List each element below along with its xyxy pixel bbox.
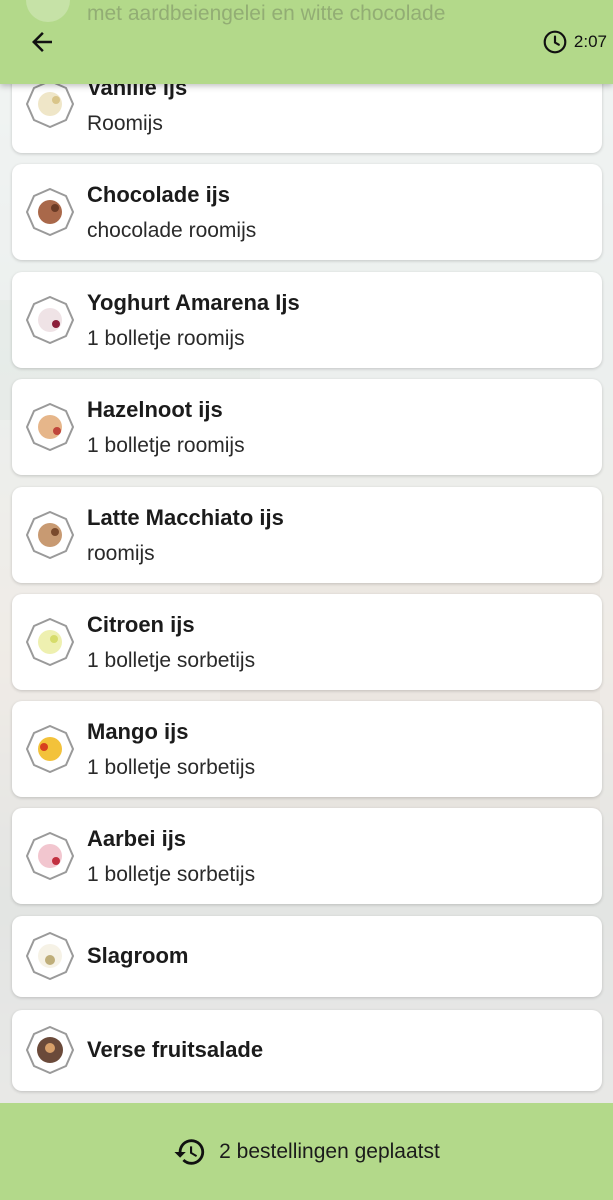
ice-cream-icon — [26, 725, 74, 773]
item-description: chocolade roomijs — [87, 219, 257, 242]
list-item[interactable]: Yoghurt Amarena Ijs 1 bolletje roomijs — [12, 272, 602, 368]
list-item[interactable]: Hazelnoot ijs 1 bolletje roomijs — [12, 379, 602, 475]
list-item[interactable]: Mango ijs 1 bolletje sorbetijs — [12, 701, 602, 797]
item-description: roomijs — [87, 542, 155, 565]
top-app-bar: met aardbeiengelei en witte chocolade 2:… — [0, 0, 613, 84]
whipped-cream-icon — [26, 932, 74, 980]
orders-placed-bar[interactable]: 2 bestellingen geplaatst — [0, 1103, 613, 1200]
ice-cream-icon — [26, 296, 74, 344]
history-icon — [174, 1138, 205, 1165]
ice-cream-icon — [26, 832, 74, 880]
list-item[interactable]: Citroen ijs 1 bolletje sorbetijs — [12, 594, 602, 690]
ice-cream-icon — [26, 511, 74, 559]
list-item[interactable]: Chocolade ijs chocolade roomijs — [12, 164, 602, 260]
orders-placed-label: 2 bestellingen geplaatst — [219, 1139, 440, 1163]
item-description: 1 bolletje sorbetijs — [87, 863, 256, 886]
ice-cream-icon — [26, 403, 74, 451]
timer: 2:07 — [542, 29, 607, 55]
item-description: 1 bolletje sorbetijs — [87, 649, 256, 672]
item-description: 1 bolletje roomijs — [87, 434, 245, 457]
item-description: 1 bolletje sorbetijs — [87, 756, 256, 779]
list-item[interactable]: Latte Macchiato ijs roomijs — [12, 487, 602, 583]
scrolled-item-description: met aardbeiengelei en witte chocolade — [87, 2, 446, 25]
back-button[interactable] — [22, 24, 62, 60]
fruit-salad-icon — [26, 1026, 74, 1074]
list-item[interactable]: Aarbei ijs 1 bolletje sorbetijs — [12, 808, 602, 904]
item-name: Hazelnoot ijs — [87, 397, 223, 422]
item-name: Slagroom — [87, 943, 189, 968]
ice-cream-icon — [26, 80, 74, 128]
item-name: Citroen ijs — [87, 612, 195, 637]
list-item[interactable]: Slagroom — [12, 916, 602, 997]
clock-icon — [543, 30, 567, 54]
item-name: Verse fruitsalade — [87, 1037, 264, 1062]
arrow-left-icon — [32, 32, 52, 52]
item-name: Aarbei ijs — [87, 826, 187, 851]
item-name: Yoghurt Amarena Ijs — [87, 290, 300, 315]
item-description: 1 bolletje roomijs — [87, 327, 245, 350]
item-name: Chocolade ijs — [87, 182, 231, 207]
scrolled-item-thumbnail — [26, 0, 70, 22]
item-name: Mango ijs — [87, 719, 189, 744]
item-name: Latte Macchiato ijs — [87, 505, 284, 530]
ice-cream-icon — [26, 188, 74, 236]
timer-value: 2:07 — [573, 32, 607, 51]
item-description: Roomijs — [87, 112, 163, 135]
ice-cream-icon — [26, 618, 74, 666]
list-item[interactable]: Verse fruitsalade — [12, 1010, 602, 1091]
